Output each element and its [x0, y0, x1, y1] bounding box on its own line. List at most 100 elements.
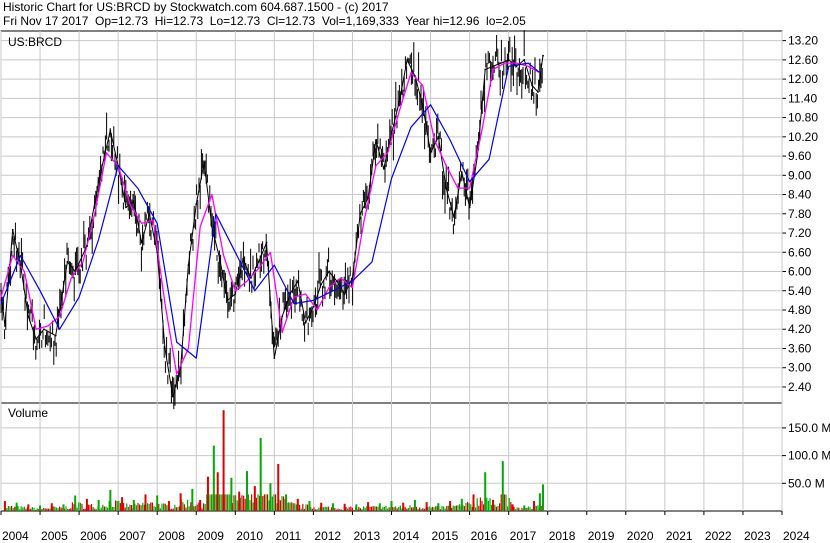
price-point — [19, 264, 22, 267]
price-point — [4, 325, 6, 327]
price-point — [74, 270, 77, 273]
price-point — [429, 151, 432, 154]
price-point — [374, 139, 377, 141]
price-point — [476, 155, 479, 157]
price-y-tick-label: 3.00 — [788, 361, 812, 375]
price-point — [66, 260, 69, 263]
x-year-label: 2015 — [432, 529, 459, 543]
stock-chart-svg: 13.20 12.60 12.00 11.40 10.80 10.20 9.60 9.00 8.… — [0, 29, 830, 543]
price-point — [156, 251, 159, 254]
price-point — [27, 315, 30, 318]
price-point — [117, 164, 120, 167]
price-point — [398, 100, 401, 103]
x-year-label: 2024 — [783, 529, 810, 543]
price-point — [97, 180, 100, 183]
x-year-label: 2008 — [158, 529, 185, 543]
price-point — [537, 91, 539, 93]
price-point — [273, 357, 276, 360]
price-point — [359, 212, 362, 215]
price-y-tick-label: 7.80 — [788, 207, 812, 221]
price-point — [86, 244, 88, 247]
price-point — [281, 315, 284, 318]
x-year-label: 2012 — [314, 529, 341, 543]
price-point — [414, 74, 416, 77]
price-point — [218, 257, 221, 260]
price-point — [140, 241, 143, 244]
price-point — [132, 200, 135, 202]
volume-y-tick-labels: 150.0 M 100.0 M 50.0 M — [788, 421, 830, 490]
price-point — [54, 334, 57, 337]
price-y-tick-labels: 13.20 12.60 12.00 11.40 10.80 10.20 9.60 9.00 8.… — [788, 34, 818, 394]
price-point — [367, 196, 369, 199]
price-point — [234, 293, 237, 295]
price-point — [531, 84, 533, 87]
price-point — [203, 161, 205, 164]
price-point — [523, 58, 526, 61]
price-point — [312, 305, 315, 308]
symbol-label: US:BRCD — [8, 35, 62, 49]
price-y-tick-label: 9.00 — [788, 168, 812, 182]
price-point — [148, 212, 151, 215]
volume-label: Volume — [8, 406, 48, 420]
price-y-tick-label: 2.40 — [788, 380, 812, 394]
chart-window: Historic Chart for US:BRCD by Stockwatch… — [0, 0, 830, 543]
price-point — [43, 328, 45, 331]
price-y-tick-label: 4.20 — [788, 322, 812, 336]
price-y-tick-label: 9.60 — [788, 149, 812, 163]
x-year-label: 2020 — [627, 529, 654, 543]
price-point — [210, 225, 213, 228]
x-year-label: 2016 — [471, 529, 498, 543]
price-y-tick-label: 12.60 — [788, 53, 818, 67]
price-point — [445, 187, 448, 190]
price-point — [468, 206, 471, 209]
x-year-label: 2005 — [41, 529, 68, 543]
price-y-tick-label: 12.00 — [788, 72, 818, 86]
volume-y-tick-label: 150.0 M — [788, 421, 830, 435]
price-y-tick-label: 13.20 — [788, 34, 818, 48]
price-point — [226, 299, 229, 302]
price-point — [35, 337, 38, 340]
x-year-label: 2017 — [510, 529, 537, 543]
price-point — [382, 167, 385, 170]
price-y-tick-label: 7.20 — [788, 226, 812, 240]
price-point — [265, 241, 268, 244]
price-y-tick-label: 11.40 — [788, 91, 817, 105]
x-year-label: 2022 — [705, 529, 732, 543]
price-point — [242, 257, 245, 260]
price-point — [304, 321, 307, 324]
price-point — [507, 58, 510, 61]
price-point — [125, 206, 127, 209]
x-year-label: 2004 — [2, 529, 29, 543]
price-y-tick-label: 10.20 — [788, 130, 818, 144]
price-point — [296, 280, 299, 283]
price-point — [257, 260, 260, 263]
price-point — [343, 293, 346, 295]
price-y-tick-label: 6.00 — [788, 265, 812, 279]
price-point — [351, 277, 354, 279]
price-point — [171, 395, 174, 398]
price-point — [406, 58, 409, 61]
price-y-tick-label: 3.60 — [788, 341, 812, 355]
price-point — [109, 129, 112, 132]
price-point — [515, 65, 518, 68]
x-year-label: 2014 — [393, 529, 420, 543]
volume-y-tick-label: 100.0 M — [788, 449, 830, 463]
x-year-label: 2018 — [549, 529, 576, 543]
price-y-tick-label: 8.40 — [788, 188, 812, 202]
price-y-tick-label: 6.60 — [788, 245, 812, 259]
price-point — [11, 228, 14, 231]
price-point — [164, 347, 166, 350]
x-axis-year-labels: 2004 2005 2006 2007 2008 2009 2010 2011 2012 2013… — [0, 511, 810, 543]
price-point — [187, 264, 190, 267]
price-point — [289, 293, 291, 295]
price-point — [492, 65, 494, 68]
price-point — [460, 171, 463, 174]
price-y-tick-label: 5.40 — [788, 284, 812, 298]
price-y-tick-label: 4.80 — [788, 303, 812, 317]
price-y-tick-label: 10.80 — [788, 111, 818, 125]
price-point — [437, 135, 440, 138]
x-year-label: 2006 — [80, 529, 107, 543]
price-point — [453, 216, 455, 218]
price-point — [250, 277, 252, 279]
x-year-label: 2021 — [666, 529, 693, 543]
